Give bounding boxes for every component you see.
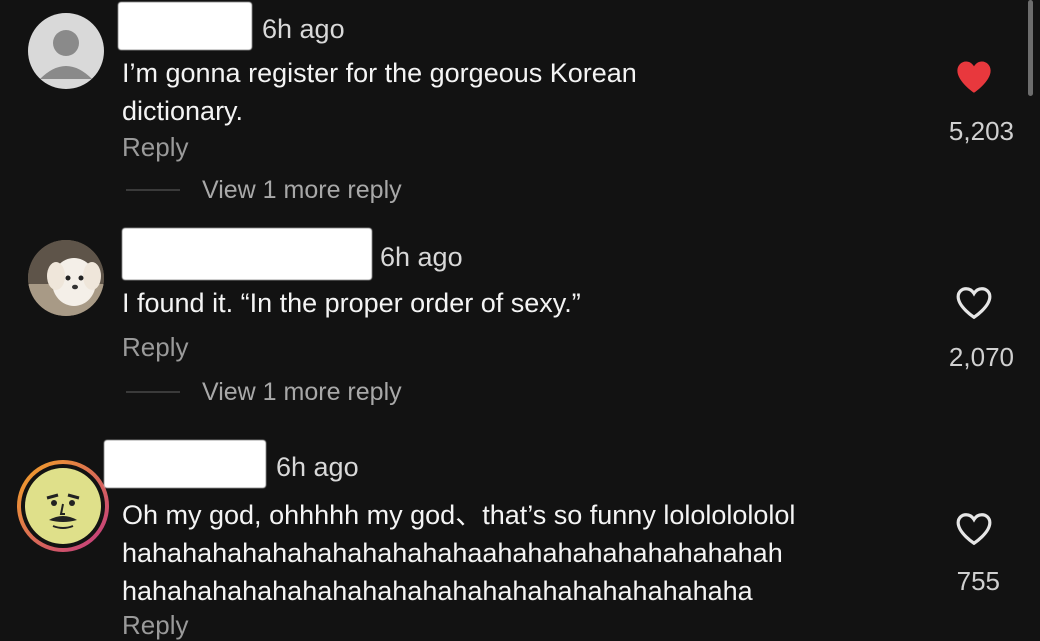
heart-outline-icon[interactable] [955,284,993,322]
reply-button[interactable]: Reply [122,610,188,641]
like-count: 755 [956,566,1000,596]
dog-photo-icon [28,240,104,316]
scrollbar[interactable] [1028,0,1033,96]
comment-time: 6h ago [262,14,345,44]
default-avatar[interactable] [28,13,104,89]
reply-button[interactable]: Reply [122,332,188,363]
comment-time: 6h ago [380,242,463,272]
cartoon-face-avatar-icon [25,468,101,544]
view-more-label: View 1 more reply [202,175,402,204]
heart-filled-icon[interactable] [955,58,993,96]
divider-line [126,189,180,191]
heart-outline-icon[interactable] [955,510,993,548]
comment-text: I’m gonna register for the gorgeous Kore… [122,58,637,126]
like-count: 2,070 [948,342,1014,372]
like-count: 5,203 [948,116,1014,146]
divider-line [126,391,180,393]
username-redacted[interactable] [104,440,266,488]
dog-avatar[interactable] [28,240,104,316]
person-icon [40,30,92,79]
view-more-replies[interactable]: View 1 more reply [126,376,402,408]
username-redacted[interactable] [118,2,252,50]
comment-text: Oh my god, ohhhhh my god、that’s so funny… [122,500,796,606]
username-redacted[interactable] [122,228,372,280]
comment-text: I found it. “In the proper order of sexy… [122,288,581,318]
view-more-label: View 1 more reply [202,377,402,406]
comment-time: 6h ago [276,452,359,482]
reply-button[interactable]: Reply [122,132,188,163]
view-more-replies[interactable]: View 1 more reply [126,174,402,206]
story-ring[interactable] [17,460,109,552]
